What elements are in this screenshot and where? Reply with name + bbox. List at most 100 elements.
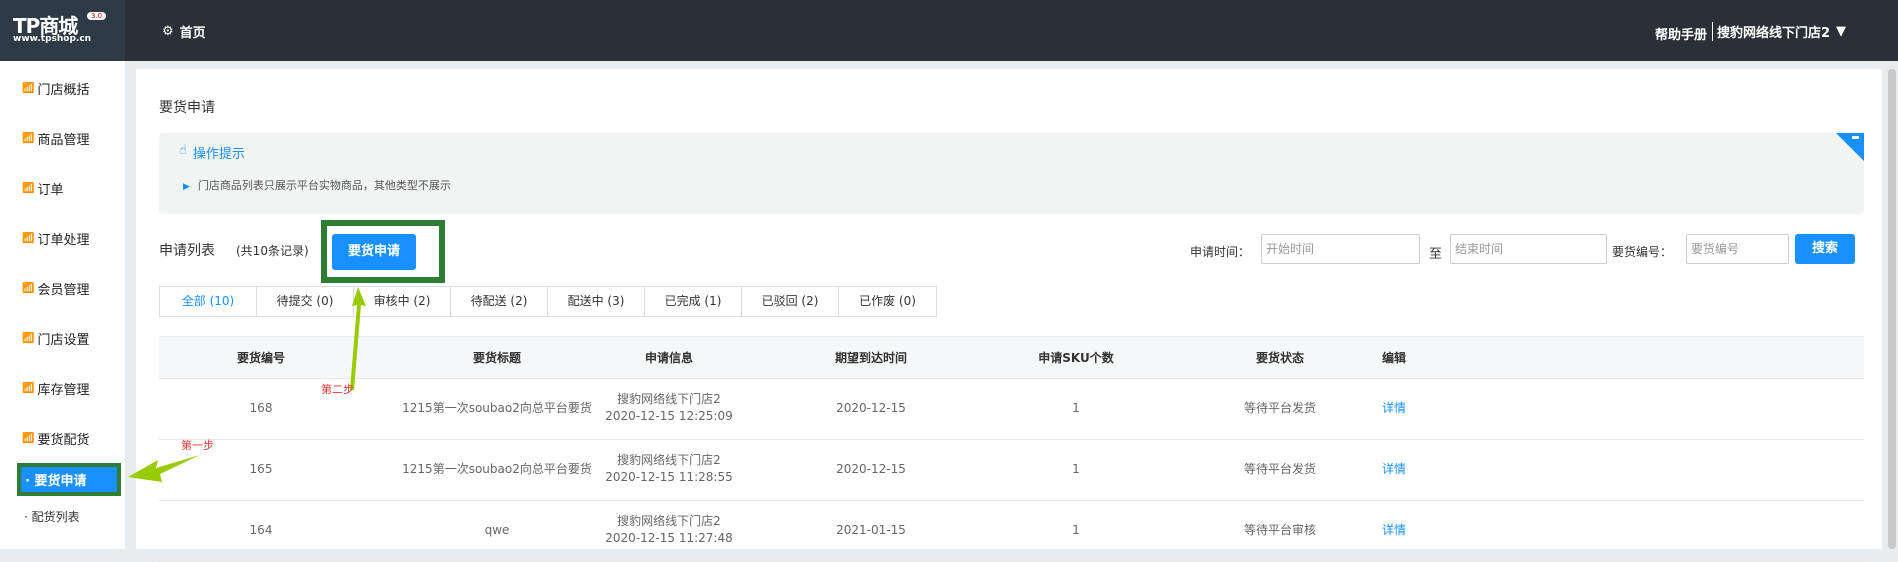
logo[interactable]: TP商城 3.0 www.tpshop.cn — [0, 0, 125, 61]
sidebar-subitem-distribution-list[interactable]: · 配货列表 — [24, 508, 80, 525]
list-label: 申请列表 — [159, 243, 215, 259]
request-status: 等待平台审核 — [1243, 523, 1317, 537]
chart-icon: 📶 — [22, 133, 35, 144]
request-no-input[interactable]: 要货编号 — [1686, 234, 1789, 264]
detail-link[interactable]: 详情 — [1382, 400, 1406, 417]
scrollbar[interactable] — [1888, 69, 1896, 549]
request-info: 搜豹网络线下门店2 2020-12-15 11:28:55 — [605, 452, 732, 486]
sku-count: 1 — [1072, 462, 1080, 476]
col-header: 编辑 — [1381, 351, 1407, 365]
sidebar-label: 会员管理 — [37, 283, 90, 298]
sidebar-label: 要货配货 — [37, 433, 90, 448]
add-request-button[interactable]: 要货申请 — [332, 234, 416, 270]
sidebar-subitem-request[interactable]: · 要货申请 — [17, 463, 121, 496]
sidebar-label: 订单处理 — [37, 233, 90, 248]
sidebar-item-members[interactable]: 📶 会员管理 — [22, 279, 89, 298]
sidebar-item-store-settings[interactable]: 📶 门店设置 — [22, 329, 89, 348]
request-time: 2020-12-15 11:28:55 — [605, 470, 733, 484]
chart-icon: 📶 — [22, 433, 35, 444]
page-title: 要货申请 — [159, 100, 215, 116]
tip-box: ☝ 操作提示 ▶ 门店商品列表只展示平台实物商品，其他类型不展示 — [159, 133, 1864, 214]
table-row: 165 1215第一次soubao2向总平台要货 搜豹网络线下门店2 2020-12-… — [159, 440, 1864, 501]
col-header: 期望到达时间 — [834, 351, 908, 365]
store-name: 搜豹网络线下门店2 — [617, 392, 721, 406]
help-manual-link[interactable]: 帮助手册 — [1655, 24, 1707, 43]
logo-url: www.tpshop.cn — [13, 34, 92, 44]
end-time-input[interactable]: 结束时间 — [1450, 234, 1607, 264]
table-header: 要货编号 要货标题 申请信息 期望到达时间 申请SKU个数 要货状态 编辑 — [159, 336, 1864, 379]
table-row: 168 1215第一次soubao2向总平台要货 搜豹网络线下门店2 2020-12-… — [159, 379, 1864, 440]
hand-pointer-icon: ☝ — [179, 143, 187, 158]
request-id: 165 — [249, 462, 273, 476]
tab-completed[interactable]: 已完成 (1) — [645, 287, 742, 316]
sidebar-label: 门店概括 — [37, 83, 90, 98]
sidebar-item-orders[interactable]: 📶 订单 — [22, 179, 63, 198]
request-time: 2020-12-15 11:27:48 — [605, 531, 733, 545]
to-label: 至 — [1429, 247, 1443, 262]
col-header: 申请信息 — [644, 351, 694, 365]
home-label: 首页 — [179, 26, 206, 41]
store-name: 搜豹网络线下门店2 — [617, 453, 721, 467]
sidebar-item-inventory[interactable]: 📶 库存管理 — [22, 379, 89, 398]
sidebar-label: 商品管理 — [37, 133, 90, 148]
sku-count: 1 — [1072, 401, 1080, 415]
tab-pending-submit[interactable]: 待提交 (0) — [257, 287, 354, 316]
request-id: 164 — [249, 523, 273, 537]
store-dropdown[interactable]: 搜豹网络线下门店2 ▼ — [1712, 22, 1846, 41]
sidebar-item-goods[interactable]: 📶 商品管理 — [22, 129, 89, 148]
sidebar-label: 订单 — [37, 183, 64, 198]
request-table: 要货编号 要货标题 申请信息 期望到达时间 申请SKU个数 要货状态 编辑 16… — [159, 336, 1864, 562]
sidebar-item-stock-request[interactable]: 📶 要货配货 — [22, 429, 89, 448]
caret-down-icon: ▼ — [1836, 24, 1847, 39]
request-title: 1215第一次soubao2向总平台要货 — [402, 462, 592, 476]
sidebar-item-order-processing[interactable]: 📶 订单处理 — [22, 229, 89, 248]
chart-icon: 📶 — [22, 333, 35, 344]
expected-date: 2020-12-15 — [836, 462, 906, 476]
tab-reviewing[interactable]: 审核中 (2) — [354, 287, 451, 316]
request-title: 1215第一次soubao2向总平台要货 — [402, 401, 592, 415]
logo-version: 3.0 — [87, 12, 107, 20]
sku-count: 1 — [1072, 523, 1080, 537]
step1-annotation: 第一步 — [181, 439, 214, 452]
start-time-input[interactable]: 开始时间 — [1261, 234, 1420, 264]
collapse-tip-button[interactable] — [1836, 133, 1864, 161]
store-name: 搜豹网络线下门店2 — [617, 514, 721, 528]
request-no-label: 要货编号： — [1612, 245, 1673, 259]
tip-text: 门店商品列表只展示平台实物商品，其他类型不展示 — [197, 179, 451, 192]
request-info: 搜豹网络线下门店2 2020-12-15 12:25:09 — [605, 391, 732, 425]
request-status: 等待平台发货 — [1243, 462, 1317, 476]
request-id: 168 — [249, 401, 273, 415]
col-header: 要货编号 — [236, 351, 286, 365]
store-name: 搜豹网络线下门店2 — [1717, 26, 1831, 41]
request-time: 2020-12-15 12:25:09 — [605, 409, 733, 423]
tab-delivering[interactable]: 配送中 (3) — [548, 287, 645, 316]
triangle-right-icon: ▶ — [183, 182, 190, 192]
sidebar-label: 库存管理 — [37, 383, 90, 398]
chart-icon: 📶 — [22, 183, 35, 194]
expected-date: 2021-01-15 — [836, 523, 906, 537]
status-tabs: 全部 (10) 待提交 (0) 审核中 (2) 待配送 (2) 配送中 (3) … — [159, 286, 937, 317]
tab-voided[interactable]: 已作废 (0) — [839, 287, 936, 316]
chart-icon: 📶 — [22, 83, 35, 94]
tab-rejected[interactable]: 已驳回 (2) — [742, 287, 839, 316]
record-count: (共10条记录) — [236, 244, 309, 258]
tab-pending-delivery[interactable]: 待配送 (2) — [451, 287, 548, 316]
table-row: 164 qwe 搜豹网络线下门店2 2020-12-15 11:27:48 2021-0… — [159, 501, 1864, 562]
col-header: 要货状态 — [1255, 351, 1305, 365]
sidebar-item-overview[interactable]: 📶 门店概括 — [22, 79, 89, 98]
col-header: 要货标题 — [472, 351, 522, 365]
request-info: 搜豹网络线下门店2 2020-12-15 11:27:48 — [605, 513, 732, 547]
request-status: 等待平台发货 — [1243, 401, 1317, 415]
top-header — [0, 0, 1898, 61]
expected-date: 2020-12-15 — [836, 401, 906, 415]
home-link[interactable]: ⚙ 首页 — [162, 22, 206, 41]
tab-all[interactable]: 全部 (10) — [160, 287, 257, 316]
time-label: 申请时间： — [1190, 245, 1251, 259]
detail-link[interactable]: 详情 — [1382, 461, 1406, 478]
search-button[interactable]: 搜索 — [1795, 234, 1855, 264]
subitem-label: 要货申请 — [34, 474, 87, 489]
detail-link[interactable]: 详情 — [1382, 522, 1406, 539]
sidebar-label: 门店设置 — [37, 333, 90, 348]
subitem-label: 配货列表 — [31, 510, 80, 524]
chart-icon: 📶 — [22, 383, 35, 394]
